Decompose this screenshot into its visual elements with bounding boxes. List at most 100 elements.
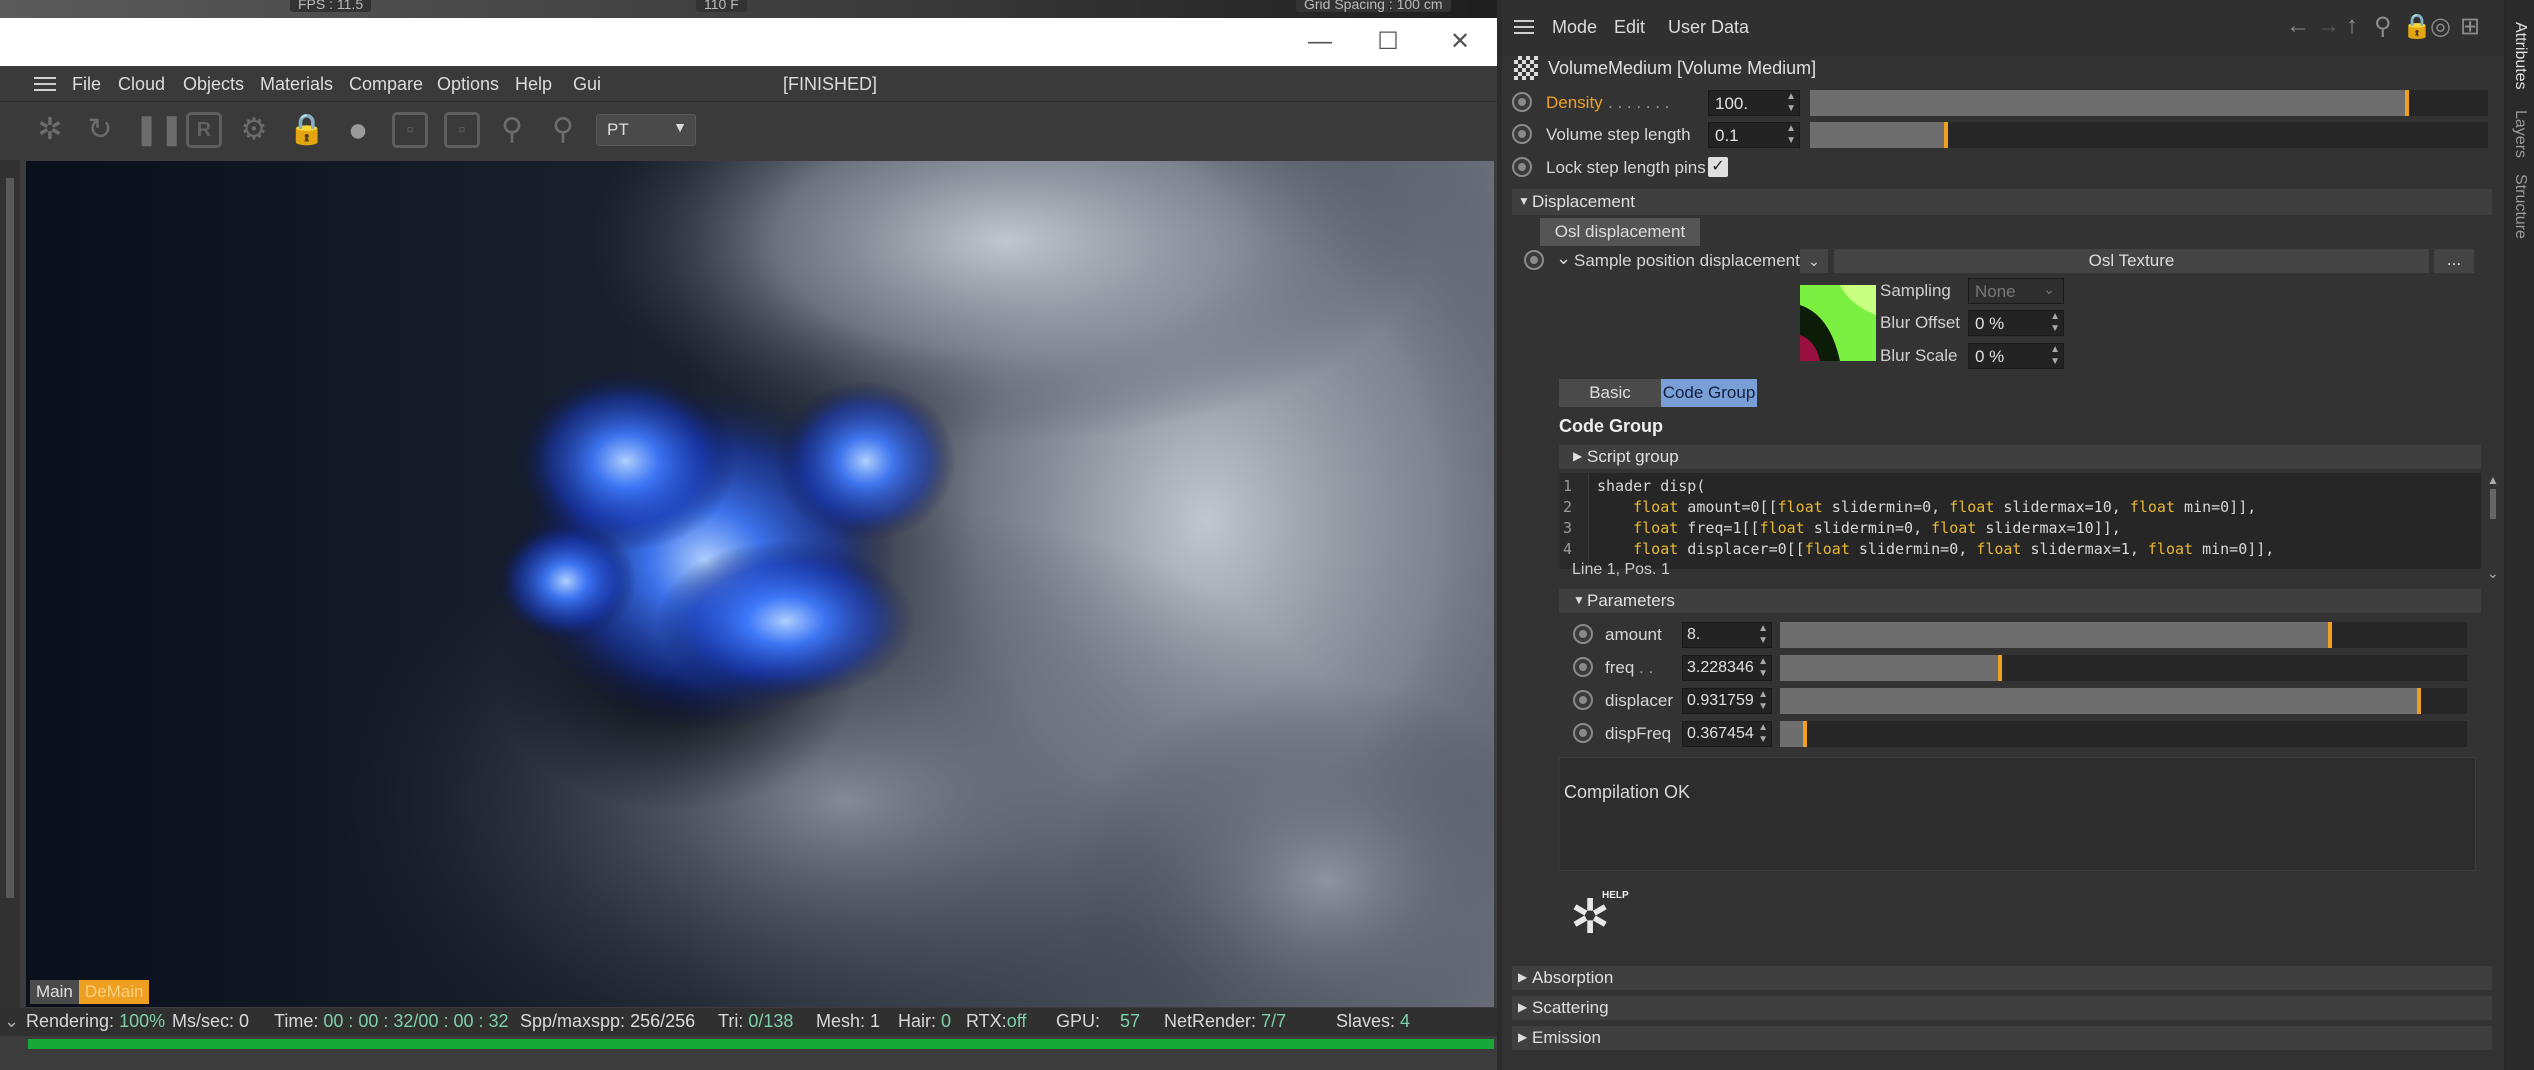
slider-handle[interactable] (2416, 688, 2421, 714)
lock-step-checkbox[interactable]: ✓ (1708, 157, 1728, 177)
lock-icon[interactable]: 🔒 (2402, 12, 2432, 41)
scattering-section-header[interactable]: ▶ Scattering (1512, 996, 2492, 1020)
stepper-icon[interactable]: ▲ ▼ (1786, 123, 1796, 147)
parameter-field[interactable]: 8. ▲ ▼ (1682, 622, 1772, 648)
tab-main[interactable]: Main (30, 980, 79, 1004)
tab-demain[interactable]: DeMain (78, 980, 150, 1004)
parameter-field[interactable]: 3.228346 ▲ ▼ (1682, 655, 1772, 681)
osl-displacement-tab[interactable]: Osl displacement (1540, 218, 1700, 246)
animation-radio-icon[interactable] (1512, 124, 1532, 144)
menu-file[interactable]: File (72, 74, 101, 95)
menu-objects[interactable]: Objects (183, 74, 244, 95)
menu-materials[interactable]: Materials (260, 74, 333, 95)
material-pick-icon[interactable]: ⚲ (545, 112, 581, 148)
render-viewport[interactable] (26, 161, 1494, 1007)
statusbar-collapse-icon[interactable]: ⌄ (4, 1011, 19, 1032)
volume-step-slider[interactable] (1810, 122, 2488, 148)
maximize-button[interactable]: ☐ (1368, 24, 1408, 60)
density-slider[interactable] (1810, 90, 2488, 116)
slider-handle[interactable] (2327, 622, 2332, 648)
pause-icon[interactable]: ❚❚ (134, 112, 184, 148)
back-arrow-icon[interactable]: ← (2286, 12, 2310, 40)
slider-handle[interactable] (1803, 721, 1808, 747)
osl-texture-button[interactable]: Osl Texture (1834, 249, 2429, 273)
render-kernel-select[interactable]: PT ▼ (596, 114, 696, 146)
material-ball-icon[interactable]: ● (340, 112, 376, 148)
menu-edit[interactable]: Edit (1614, 17, 1645, 38)
blur-offset-field[interactable]: 0 % ▲ ▼ (1968, 310, 2064, 336)
scrollbar-thumb[interactable] (2490, 489, 2496, 519)
focus-pick-icon[interactable]: ⚲ (494, 112, 530, 148)
menu-options[interactable]: Options (437, 74, 499, 95)
new-panel-icon[interactable]: ⊞ (2460, 12, 2480, 41)
menu-help[interactable]: Help (515, 74, 552, 95)
film-region-icon[interactable]: ▫ (392, 112, 428, 148)
octane-help-icon[interactable]: ✲ HELP (1566, 890, 1636, 946)
scroll-up-icon[interactable]: ▲ (2487, 473, 2499, 487)
region-render-icon[interactable]: R (186, 112, 222, 148)
parameter-slider[interactable] (1780, 688, 2467, 714)
parameter-field[interactable]: 0.367454 ▲ ▼ (1682, 721, 1772, 747)
forward-arrow-icon[interactable]: → (2316, 12, 2340, 40)
slider-handle[interactable] (2404, 90, 2409, 116)
minimize-button[interactable]: — (1300, 24, 1340, 60)
parameter-slider[interactable] (1780, 655, 2467, 681)
scrollbar-thumb[interactable] (6, 178, 14, 898)
search-icon[interactable]: ⚲ (2374, 12, 2392, 41)
animation-radio-icon[interactable] (1512, 92, 1532, 112)
stepper-icon[interactable]: ▲ ▼ (1758, 623, 1768, 647)
lock-icon[interactable]: 🔒 (288, 112, 325, 148)
parameter-slider[interactable] (1780, 721, 2467, 747)
up-arrow-icon[interactable]: ↑ (2346, 12, 2358, 40)
tab-code-group[interactable]: Code Group (1661, 379, 1757, 407)
slider-handle[interactable] (1997, 655, 2002, 681)
menu-compare[interactable]: Compare (349, 74, 423, 95)
animation-radio-icon[interactable] (1573, 723, 1593, 743)
animation-radio-icon[interactable] (1524, 250, 1544, 270)
emission-section-header[interactable]: ▶ Emission (1512, 1026, 2492, 1050)
code-scrollbar[interactable]: ▲ ⌄ (2487, 473, 2501, 583)
density-field[interactable]: 100. ▲ ▼ (1708, 90, 1800, 116)
target-icon[interactable]: ◎ (2430, 12, 2451, 41)
stepper-icon[interactable]: ▲ ▼ (2050, 344, 2060, 368)
stepper-icon[interactable]: ▲ ▼ (1758, 689, 1768, 713)
octane-logo-icon[interactable]: ✲ (32, 112, 68, 148)
parameter-slider[interactable] (1780, 622, 2467, 648)
stepper-icon[interactable]: ▲ ▼ (1758, 722, 1768, 746)
vertical-scrollbar[interactable] (0, 160, 20, 1030)
stepper-icon[interactable]: ▲ ▼ (2050, 311, 2060, 335)
tab-attributes[interactable]: Attributes (2511, 22, 2529, 90)
animation-radio-icon[interactable] (1573, 624, 1593, 644)
slider-handle[interactable] (1943, 122, 1948, 148)
expand-chevron-icon[interactable]: ⌄ (1556, 248, 1571, 269)
tab-basic[interactable]: Basic (1559, 379, 1661, 407)
settings-gear-icon[interactable]: ⚙ (236, 112, 272, 148)
displacement-section-header[interactable]: ▼ Displacement (1512, 189, 2492, 215)
snapshot-region-icon[interactable]: ▫ (444, 112, 480, 148)
scroll-down-icon[interactable]: ⌄ (2487, 565, 2499, 582)
parameters-section-header[interactable]: ▼ Parameters (1559, 589, 2481, 613)
shader-type-dropdown[interactable]: ⌄ (1800, 249, 1828, 273)
stepper-icon[interactable]: ▲ ▼ (1758, 656, 1768, 680)
script-group-header[interactable]: ▶ Script group (1559, 445, 2481, 469)
blur-scale-field[interactable]: 0 % ▲ ▼ (1968, 343, 2064, 369)
tab-layers[interactable]: Layers (2511, 110, 2529, 158)
menu-mode[interactable]: Mode (1552, 17, 1597, 38)
hamburger-menu-icon[interactable] (34, 77, 56, 91)
restart-render-icon[interactable]: ↻ (82, 112, 118, 148)
volume-step-field[interactable]: 0.1 ▲ ▼ (1708, 122, 1800, 148)
tab-structure[interactable]: Structure (2511, 174, 2529, 239)
menu-cloud[interactable]: Cloud (118, 74, 165, 95)
close-button[interactable]: ✕ (1440, 24, 1480, 60)
menu-user-data[interactable]: User Data (1668, 17, 1749, 38)
sampling-select[interactable]: None ⌄ (1968, 278, 2064, 304)
menu-gui[interactable]: Gui (573, 74, 601, 95)
absorption-section-header[interactable]: ▶ Absorption (1512, 966, 2492, 990)
parameter-field[interactable]: 0.931759 ▲ ▼ (1682, 688, 1772, 714)
animation-radio-icon[interactable] (1512, 157, 1532, 177)
osl-code-editor[interactable]: 1 shader disp(2 float amount=0[[float sli… (1559, 473, 2481, 569)
animation-radio-icon[interactable] (1573, 657, 1593, 677)
stepper-icon[interactable]: ▲ ▼ (1786, 91, 1796, 115)
more-options-button[interactable]: ... (2434, 249, 2474, 273)
hamburger-menu-icon[interactable] (1514, 20, 1534, 34)
